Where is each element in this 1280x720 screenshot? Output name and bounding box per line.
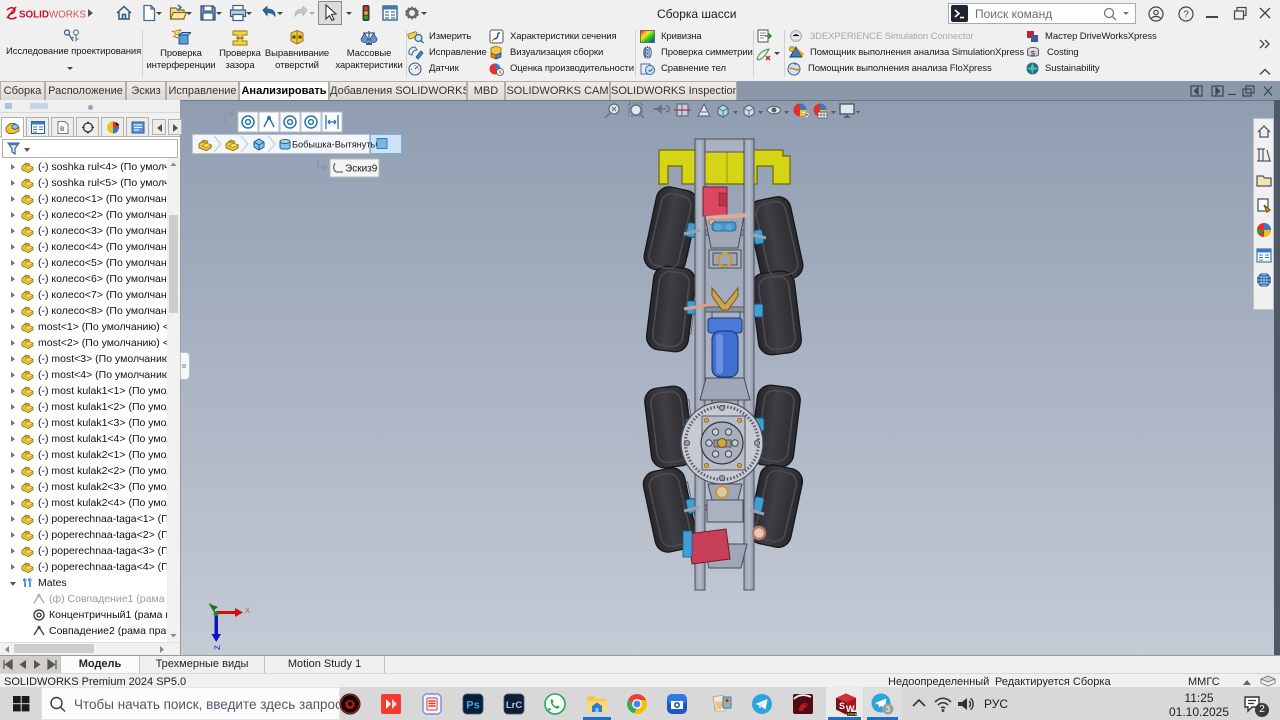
svg-text:S: S bbox=[839, 701, 845, 711]
svg-text:2024: 2024 bbox=[847, 711, 857, 716]
svg-text:z: z bbox=[212, 645, 223, 650]
svg-text:ʙ: ʙ bbox=[60, 124, 64, 133]
svg-text:LrC: LrC bbox=[506, 700, 523, 711]
svg-text:3: 3 bbox=[886, 705, 891, 714]
svg-text:SOLIDWORKS: SOLIDWORKS bbox=[19, 10, 86, 21]
svg-text:Ps: Ps bbox=[466, 700, 479, 712]
svg-text:Эскиз9: Эскиз9 bbox=[345, 164, 378, 175]
svg-text:Бобышка-Вытянуть6: Бобышка-Вытянуть6 bbox=[292, 140, 380, 150]
svg-text:x: x bbox=[245, 605, 250, 616]
svg-text:?: ? bbox=[1183, 10, 1189, 21]
svg-text:$: $ bbox=[1031, 51, 1035, 58]
